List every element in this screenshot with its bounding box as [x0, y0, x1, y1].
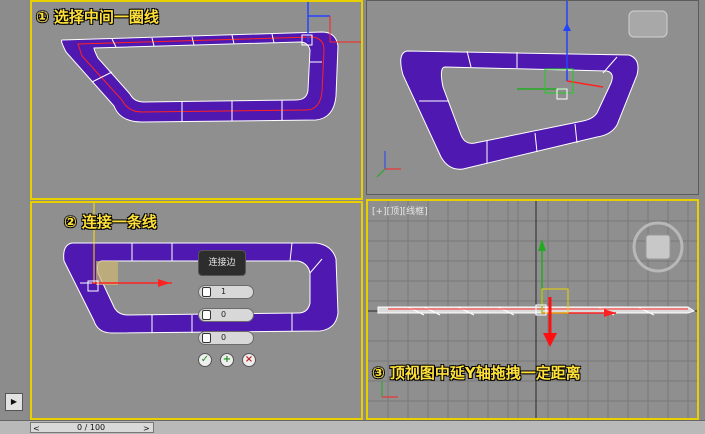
cancel-button[interactable]: × — [242, 353, 256, 367]
timeline-bar[interactable]: < 0 / 100 > — [0, 420, 705, 434]
left-toolbar-strip — [0, 0, 28, 420]
play-button[interactable]: ▶ — [5, 393, 23, 411]
cross-icon: × — [244, 354, 254, 365]
slide-field[interactable]: 0 — [198, 331, 254, 345]
segments-icon — [202, 287, 211, 297]
viewport-menu-top[interactable]: [+][顶][线框] — [372, 204, 428, 217]
mesh-ring-1 — [61, 2, 361, 123]
viewport-upper-right[interactable] — [366, 0, 699, 195]
step2-annotation: ② 连接一条线 — [64, 213, 157, 231]
viewport-lower-right[interactable]: [+][顶][线框] ③ 顶视图中延Y轴拖拽一定距离 — [366, 199, 699, 420]
step1-annotation: ① 选择中间一圈线 — [36, 8, 159, 26]
frame-counter: 0 / 100 — [77, 423, 106, 432]
ok-button[interactable]: ✓ — [198, 353, 212, 367]
timeline-next-button[interactable]: > — [143, 424, 150, 433]
apply-button[interactable]: + — [220, 353, 234, 367]
mesh-ring-2 — [376, 1, 668, 178]
timeline-slider[interactable]: < 0 / 100 > — [30, 422, 154, 433]
connect-edges-caddy-title: 连接边 — [198, 250, 246, 276]
step3-annotation: ③ 顶视图中延Y轴拖拽一定距离 — [372, 364, 581, 382]
viewport-upper-left[interactable]: ① 选择中间一圈线 — [30, 0, 363, 200]
plus-icon: + — [222, 354, 232, 365]
viewport-lower-left[interactable]: ② 连接一条线 — [30, 201, 363, 420]
timeline-prev-button[interactable]: < — [33, 424, 40, 433]
play-icon: ▶ — [10, 397, 18, 406]
slide-icon — [202, 333, 211, 343]
top-view-grid — [368, 201, 697, 418]
pinch-field[interactable]: 0 — [198, 308, 254, 322]
check-icon: ✓ — [200, 354, 210, 365]
pinch-icon — [202, 310, 211, 320]
segments-field[interactable]: 1 — [198, 285, 254, 299]
